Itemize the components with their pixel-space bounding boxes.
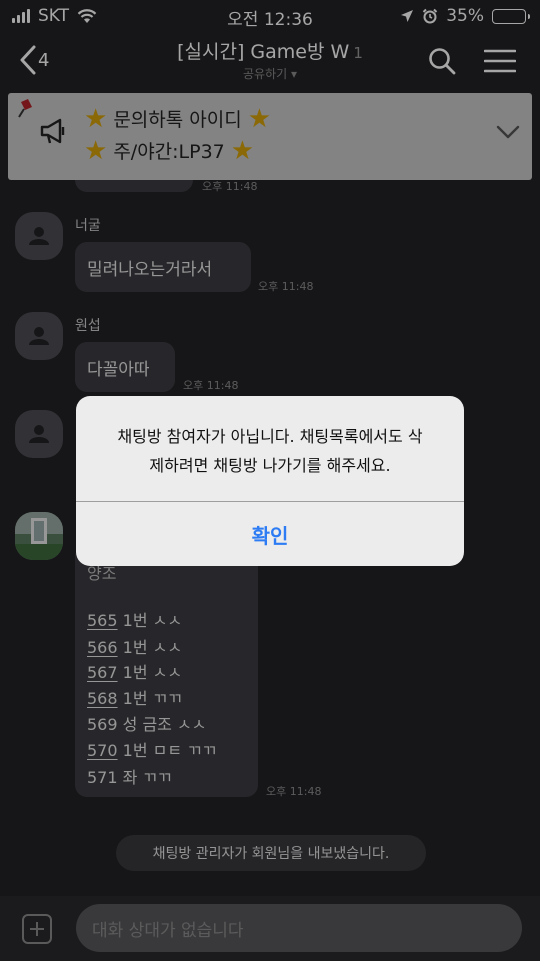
alert-message: 채팅방 참여자가 아닙니다. 채팅목록에서도 삭 제하려면 채팅방 나가기를 해…	[92, 422, 448, 480]
alert-line-2: 제하려면 채팅방 나가기를 해주세요.	[149, 456, 391, 475]
confirm-button[interactable]: 확인	[76, 502, 464, 566]
alert-dialog: 채팅방 참여자가 아닙니다. 채팅목록에서도 삭 제하려면 채팅방 나가기를 해…	[76, 396, 464, 566]
alert-line-1: 채팅방 참여자가 아닙니다. 채팅목록에서도 삭	[117, 427, 423, 446]
